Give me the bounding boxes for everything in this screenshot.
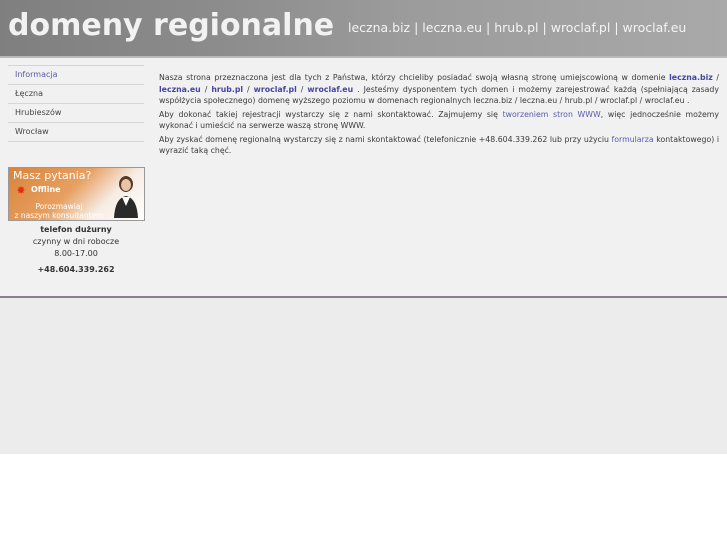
domain-separator: |: [482, 20, 495, 35]
domain-link-hrub-pl[interactable]: hrub.pl: [494, 20, 538, 35]
text: /: [200, 84, 212, 94]
site-title: domeny regionalne: [8, 8, 335, 43]
sidebar-menu: Informacja Łęczna Hrubieszów Wrocław: [8, 65, 144, 142]
content-area: Informacja Łęczna Hrubieszów Wrocław Mas…: [0, 58, 727, 296]
phone-label: telefon dużurny: [40, 225, 112, 234]
offline-star-icon: ✸: [16, 184, 26, 197]
domain-links: leczna.biz | leczna.eu | hrub.pl | wrocl…: [348, 20, 686, 35]
hours-line1: czynny w dni robocze: [32, 237, 120, 246]
paragraph-contact: Aby zyskać domenę regionalną wystarczy s…: [159, 134, 719, 157]
text: Aby dokonać takiej rejestracji wystarczy…: [159, 109, 503, 119]
domain-separator: |: [538, 20, 551, 35]
page-header: domeny regionalne leczna.biz | leczna.eu…: [0, 0, 727, 58]
footer-area: [0, 298, 727, 454]
text: /: [712, 73, 720, 82]
sidebar-item-wroclaw[interactable]: Wrocław: [8, 123, 144, 142]
hours-line2: 8.00-17.00: [54, 249, 98, 258]
main-text: Nasza strona przeznaczona jest dla tych …: [159, 72, 719, 159]
text: Aby zyskać domenę regionalną wystarczy s…: [159, 134, 612, 144]
sidebar-item-leczna[interactable]: Łęczna: [8, 85, 144, 104]
domain-link-wroclaf-pl[interactable]: wroclaf.pl: [551, 20, 611, 35]
domain-link-leczna-biz[interactable]: leczna.biz: [348, 20, 410, 35]
phone-number: +48.604.339.262: [37, 265, 115, 274]
chat-status: Offline: [31, 185, 61, 194]
person-icon: [114, 176, 138, 218]
banner-question: Masz pytania?: [13, 169, 92, 182]
text: /: [296, 84, 308, 94]
banner-talk-line2: z naszym konsultantem: [14, 211, 104, 220]
sidebar-item-hrubieszow[interactable]: Hrubieszów: [8, 104, 144, 123]
sidebar-item-informacja[interactable]: Informacja: [8, 65, 144, 85]
text: /: [243, 84, 254, 94]
domain-separator: |: [610, 20, 623, 35]
contact-form-link[interactable]: formularza: [612, 135, 654, 144]
live-chat-banner[interactable]: Masz pytania? ✸ Offline Porozmawiaj z na…: [8, 167, 145, 221]
domain-link-wroclaf-eu[interactable]: wroclaf.eu: [307, 85, 353, 94]
paragraph-intro: Nasza strona przeznaczona jest dla tych …: [159, 72, 719, 107]
domain-link-leczna-biz[interactable]: leczna.biz: [669, 73, 713, 82]
domain-link-hrub-pl[interactable]: hrub.pl: [211, 85, 243, 94]
domain-link-wroclaf-pl[interactable]: wroclaf.pl: [254, 85, 297, 94]
paragraph-registration: Aby dokonać takiej rejestracji wystarczy…: [159, 109, 719, 132]
web-design-link[interactable]: tworzeniem stron WWW: [503, 110, 601, 119]
domain-link-leczna-eu[interactable]: leczna.eu: [159, 85, 201, 94]
contact-info: telefon dużurny czynny w dni robocze 8.0…: [8, 224, 144, 276]
domain-link-leczna-eu[interactable]: leczna.eu: [422, 20, 482, 35]
domain-link-wroclaf-eu[interactable]: wroclaf.eu: [623, 20, 687, 35]
domain-separator: |: [410, 20, 423, 35]
banner-talk-line1: Porozmawiaj: [35, 202, 83, 211]
text: Nasza strona przeznaczona jest dla tych …: [159, 73, 670, 82]
banner-talk-text: Porozmawiaj z naszym konsultantem: [9, 202, 109, 220]
